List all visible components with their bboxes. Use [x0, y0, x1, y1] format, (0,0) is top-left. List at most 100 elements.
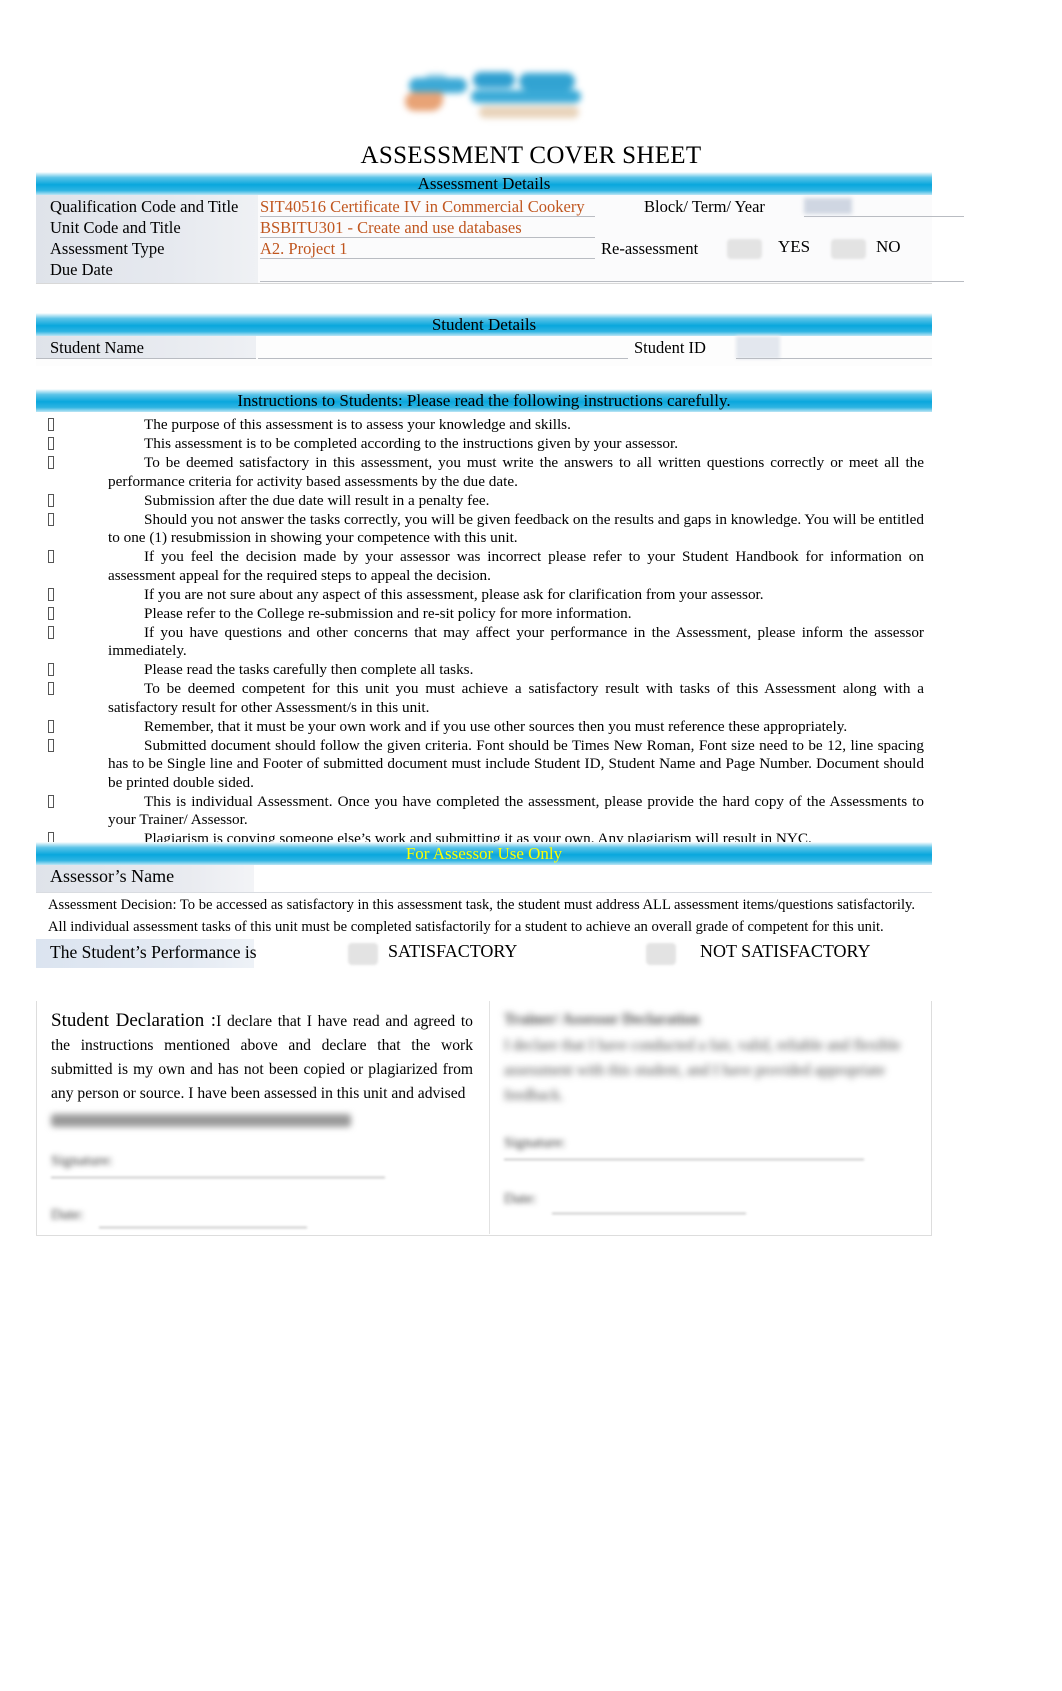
assessor-date-input[interactable]: [552, 1213, 746, 1214]
instruction-item: Please refer to the College re-submissio…: [36, 605, 932, 624]
bullet-glyph-icon: [48, 738, 54, 752]
student-name-input[interactable]: [258, 358, 628, 359]
label-due-date: Due Date: [50, 260, 113, 279]
instruction-text: The purpose of this assessment is to ass…: [144, 416, 571, 433]
assessor-declaration-block: Trainer/ Assessor Declaration I declare …: [489, 1001, 933, 1234]
instruction-text: This is individual Assessment. Once you …: [108, 792, 924, 829]
bullet-glyph-icon: [48, 418, 54, 431]
assessment-decision-line-2: All individual assessment tasks of this …: [36, 915, 932, 937]
student-date-label: Date:: [51, 1207, 84, 1223]
instructions-list: The purpose of this assessment is to ass…: [36, 412, 932, 851]
bullet-glyph-icon: [48, 493, 54, 507]
not-satisfactory-label: NOT SATISFACTORY: [700, 941, 871, 961]
label-assessor-name: Assessor’s Name: [50, 866, 175, 886]
student-signature-input[interactable]: [51, 1177, 385, 1178]
instruction-text: If you are not sure about any aspect of …: [144, 585, 764, 603]
field-rule-assessment-type: [260, 258, 595, 259]
assessment-cover-sheet-page: ASSESSMENT COVER SHEET Assessment Detail…: [0, 0, 1062, 1691]
instruction-text: This assessment is to be completed accor…: [144, 435, 679, 452]
assessor-signature-label: Signature:: [504, 1135, 566, 1151]
instruction-text: Submitted document should follow the giv…: [108, 736, 924, 791]
instruction-item: If you feel the decision made by your as…: [36, 548, 932, 585]
assessor-signature-input[interactable]: [504, 1159, 864, 1160]
instruction-item: Submission after the due date will resul…: [36, 492, 932, 511]
college-logo: [395, 62, 595, 134]
bullet-glyph-icon: [48, 606, 54, 620]
instructions-section: Instructions to Students: Please read th…: [36, 389, 932, 851]
instruction-item: If you are not sure about any aspect of …: [36, 586, 932, 605]
bullet-glyph-icon: [48, 437, 54, 450]
bullet-glyph-icon: [48, 587, 54, 601]
student-id-input[interactable]: [736, 336, 780, 359]
instruction-text: Please read the tasks carefully then com…: [144, 661, 474, 678]
label-student-performance: The Student’s Performance is: [50, 942, 257, 962]
instruction-text: Should you not answer the tasks correctl…: [108, 510, 924, 547]
reassessment-yes-label: YES: [778, 237, 811, 256]
instruction-item: This assessment is to be completed accor…: [36, 435, 932, 454]
label-assessment-type: Assessment Type: [50, 239, 165, 258]
assessor-name-input[interactable]: [36, 892, 932, 893]
instruction-item: Should you not answer the tasks correctl…: [36, 511, 932, 548]
instruction-text: If you have questions and other concerns…: [108, 623, 924, 660]
student-id-rule: [736, 358, 932, 359]
page-title: ASSESSMENT COVER SHEET: [360, 142, 702, 169]
instruction-text: Submission after the due date will resul…: [144, 491, 490, 509]
reassessment-no-checkbox[interactable]: [831, 239, 866, 259]
bullet-glyph-icon: [48, 550, 54, 563]
assessor-use-only-header: For Assessor Use Only: [36, 842, 932, 865]
student-declaration-colon: :: [204, 1010, 217, 1031]
instruction-item: Please read the tasks carefully then com…: [36, 661, 932, 680]
satisfactory-label: SATISFACTORY: [388, 941, 518, 961]
value-unit: BSBITU301 - Create and use databases: [260, 218, 522, 237]
student-declaration-block: Student Declaration :I declare that I ha…: [37, 1001, 487, 1234]
instructions-header: Instructions to Students: Please read th…: [36, 389, 932, 412]
student-signature-label: Signature:: [51, 1153, 113, 1169]
bullet-glyph-icon: [48, 456, 54, 469]
assessor-declaration-text: I declare that I have conducted a fair, …: [504, 1037, 901, 1104]
reassessment-no-label: NO: [876, 237, 901, 256]
bullet-glyph-icon: [48, 682, 54, 695]
field-rule-due-date: [260, 281, 964, 282]
reassessment-yes-checkbox[interactable]: [727, 239, 762, 259]
assessor-declaration-title: Trainer/ Assessor Declaration: [504, 1011, 700, 1028]
instruction-item: To be deemed satisfactory in this assess…: [36, 454, 932, 491]
bullet-glyph-icon: [48, 625, 54, 639]
instruction-item: If you have questions and other concerns…: [36, 624, 932, 661]
instruction-text: Please refer to the College re-submissio…: [144, 604, 632, 622]
bullet-glyph-icon: [48, 663, 54, 676]
instruction-item: This is individual Assessment. Once you …: [36, 793, 932, 830]
field-rule-qualification: [260, 216, 595, 217]
instruction-text: To be deemed satisfactory in this assess…: [108, 454, 924, 490]
instruction-item: The purpose of this assessment is to ass…: [36, 416, 932, 435]
label-qualification: Qualification Code and Title: [50, 197, 239, 216]
assessment-details-section: Assessment Details Qualification Code an…: [36, 172, 964, 284]
student-declaration-redacted-line: [51, 1114, 351, 1127]
bullet-glyph-icon: [48, 512, 54, 526]
value-assessment-type: A2. Project 1: [260, 239, 348, 258]
instruction-text: If you feel the decision made by your as…: [108, 548, 924, 584]
student-details-section: Student Details Student Name Student ID: [36, 313, 932, 366]
declarations-section: Student Declaration : I declare that I ha…: [36, 1001, 932, 1236]
value-qualification: SIT40516 Certificate IV in Commercial Co…: [260, 197, 585, 216]
assessor-date-label: Date:: [504, 1191, 537, 1207]
not-satisfactory-checkbox[interactable]: [646, 943, 676, 965]
field-rule-block-term-year: [804, 216, 964, 217]
instruction-text: Remember, that it must be your own work …: [144, 717, 848, 735]
satisfactory-checkbox[interactable]: [348, 943, 378, 965]
bullet-glyph-icon: [48, 719, 54, 733]
block-term-year-input[interactable]: [804, 198, 852, 214]
assessment-details-header: Assessment Details: [36, 172, 932, 195]
student-declaration-title: Student Declaration: [51, 1010, 205, 1031]
label-block-term-year: Block/ Term/ Year: [644, 197, 765, 216]
instruction-item: To be deemed competent for this unit you…: [36, 680, 932, 717]
student-details-header: Student Details: [36, 313, 932, 336]
field-rule-unit: [260, 237, 595, 238]
instruction-item: Submitted document should follow the giv…: [36, 737, 932, 793]
label-re-assessment: Re-assessment: [601, 239, 699, 258]
instruction-item: Remember, that it must be your own work …: [36, 718, 932, 737]
assessor-section: For Assessor Use Only Assessor’s Name As…: [36, 842, 932, 969]
label-student-id: Student ID: [634, 338, 706, 357]
assessment-decision-line-1: Assessment Decision: To be accessed as s…: [36, 893, 932, 915]
label-unit: Unit Code and Title: [50, 218, 181, 237]
student-date-input[interactable]: [99, 1227, 307, 1228]
